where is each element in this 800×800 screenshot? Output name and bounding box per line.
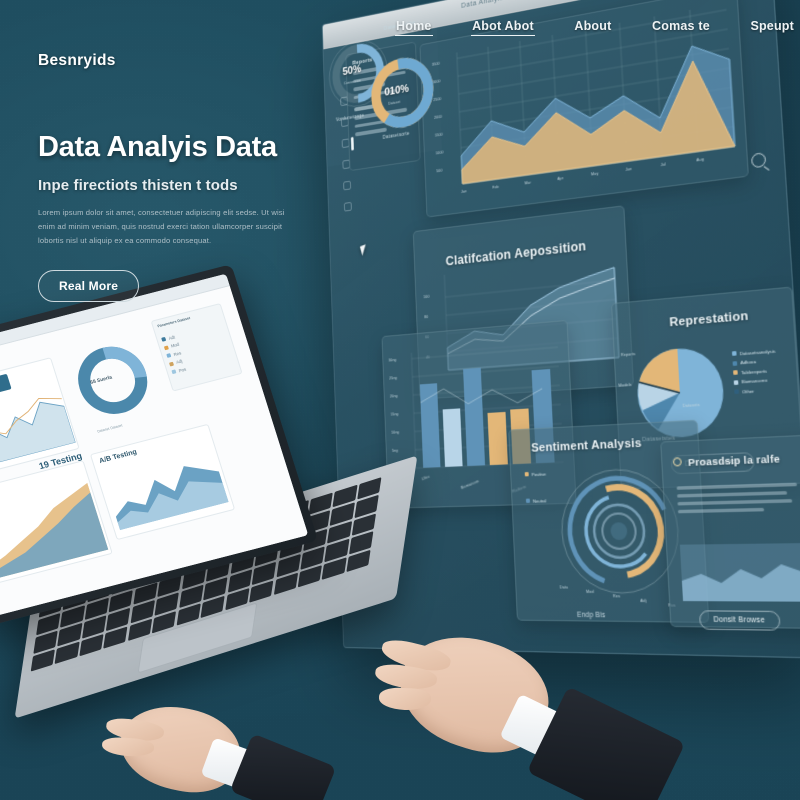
- legend-item: Positive: [525, 471, 546, 477]
- sentiment-x-label-3: Adj: [640, 599, 646, 604]
- insight-title: Proasdsip la ralfe: [688, 453, 781, 469]
- laptop-donut-sub: Dataset Dataset: [97, 423, 123, 433]
- area-x-label-5: Jun: [625, 167, 632, 172]
- info-icon: [673, 457, 682, 466]
- legend-item: Datasetsanalysis: [732, 348, 776, 357]
- legend-swatch: [164, 345, 169, 350]
- laptop-legend-card: Parameters Dataset Adt Mod Res Adj Pos: [151, 303, 243, 392]
- hero-section: Besnryids Data Analyis Data Inpe firecti…: [38, 52, 338, 302]
- top-navigation: Home Abot Abot About Comas te Speupt: [395, 12, 795, 40]
- nav-item-comas-te[interactable]: Comas te: [651, 17, 711, 35]
- legend-label: Datasetsanalysis: [740, 348, 776, 356]
- area-y-label-6: 500: [436, 168, 442, 173]
- legend-label: Res: [173, 350, 182, 357]
- sentiment-x-label-1: Mod: [586, 590, 594, 594]
- insight-body: [676, 478, 800, 513]
- dashboard-window-title: Data Analyis Dashboard: [461, 0, 544, 10]
- cursor-arrow-icon: [360, 244, 368, 256]
- nav-item-about[interactable]: About: [573, 17, 612, 35]
- hero-body-text: Lorem ipsum dolor sit amet, consectetuer…: [38, 206, 293, 248]
- nav-item-speupt[interactable]: Speupt: [749, 17, 795, 35]
- legend-swatch: [732, 351, 737, 356]
- insight-area-chart-svg: [680, 543, 800, 602]
- insight-browse-button[interactable]: Donsit Browse: [699, 610, 781, 631]
- search-icon[interactable]: [751, 152, 766, 168]
- pie-slice-label-2: Datasets: [683, 403, 700, 408]
- legend-label: Adt: [168, 334, 176, 340]
- area-x-label-0: Jan: [461, 189, 467, 194]
- panel-insight-card: Proasdsip la ralfe Donsit Browse: [660, 434, 800, 629]
- legend-item: Tablereports: [733, 367, 777, 376]
- pie-slice-label-1: Models: [618, 383, 631, 388]
- pie-title: Represtation: [669, 310, 749, 330]
- legend-swatch: [169, 361, 174, 366]
- nav-item-home[interactable]: Home: [395, 17, 433, 36]
- bar-3: [487, 412, 507, 465]
- legend-label: Adj: [175, 358, 182, 364]
- area-x-label-3: Apr: [557, 176, 563, 181]
- legend-item: Biomarcorro: [734, 377, 778, 385]
- page-title: Data Analyis Data: [38, 132, 338, 163]
- legend-item: Other: [734, 386, 778, 394]
- laptop-area-svg: [0, 479, 108, 580]
- bar-0: [420, 383, 441, 468]
- legend-swatch: [733, 361, 738, 366]
- file-icon[interactable]: [343, 202, 351, 212]
- legend-swatch: [525, 472, 529, 476]
- right-hand: [395, 630, 655, 800]
- legend-label: Pos: [178, 366, 187, 373]
- legend-label: Tablereports: [741, 368, 767, 375]
- classification-y-label-1: 80: [424, 315, 428, 319]
- sentiment-x-label-0: Data: [560, 585, 569, 589]
- legend-label: Neutral: [533, 498, 546, 504]
- legend-swatch: [171, 369, 176, 374]
- list-item: Pos: [171, 366, 187, 375]
- legend-swatch: [734, 389, 739, 394]
- classification-y-label-0: 100: [423, 295, 429, 300]
- legend-label: Adhoca: [740, 359, 756, 366]
- list-item: Adj: [169, 358, 185, 367]
- list-item: Mod: [164, 342, 180, 351]
- legend-swatch: [733, 370, 738, 375]
- nav-item-abot-abot[interactable]: Abot Abot: [471, 17, 535, 36]
- area-x-label-6: Jul: [660, 162, 666, 167]
- legend-swatch: [526, 499, 530, 503]
- sentiment-caption: Endp Bis: [577, 612, 606, 620]
- bell-icon[interactable]: [343, 181, 351, 191]
- read-more-button[interactable]: Real More: [38, 270, 139, 302]
- laptop-area-card: [0, 460, 113, 586]
- legend-label: Positive: [531, 471, 546, 477]
- pie-legend: Datasetsanalysis Adhoca Tablereports Bio…: [732, 344, 778, 395]
- list-item: Res: [166, 350, 182, 359]
- sentiment-legend: Positive Neutral: [524, 467, 547, 503]
- area-x-label-1: Feb: [492, 185, 499, 190]
- bar-1: [443, 408, 463, 467]
- list-item: Adt: [161, 334, 177, 343]
- left-hand: [110, 690, 290, 800]
- sentiment-x-label-2: Res: [613, 594, 620, 598]
- laptop-legend-title: Parameters Dataset: [157, 316, 191, 328]
- legend-label: Mod: [170, 342, 179, 349]
- hero-subtitle: Inpe firectiots thisten t tods: [38, 177, 338, 194]
- legend-swatch: [734, 380, 739, 385]
- laptop-ab-test-title: A/B Testing: [98, 449, 137, 465]
- legend-item: Adhoca: [732, 357, 776, 366]
- laptop: Data Dashboard 68 Suerla: [0, 300, 410, 740]
- brand-logo[interactable]: Besnryids: [38, 52, 338, 70]
- bar-2: [463, 368, 485, 466]
- sentiment-title: Sentiment Analysis: [531, 437, 642, 455]
- legend-swatch: [161, 337, 166, 342]
- legend-item: Neutral: [526, 498, 547, 504]
- area-x-label-2: Mar: [525, 181, 532, 186]
- laptop-legend-list: Adt Mod Res Adj Pos: [160, 330, 187, 374]
- legend-swatch: [166, 353, 171, 358]
- legend-label: Biomarcorro: [741, 377, 767, 384]
- legend-label: Other: [742, 388, 754, 394]
